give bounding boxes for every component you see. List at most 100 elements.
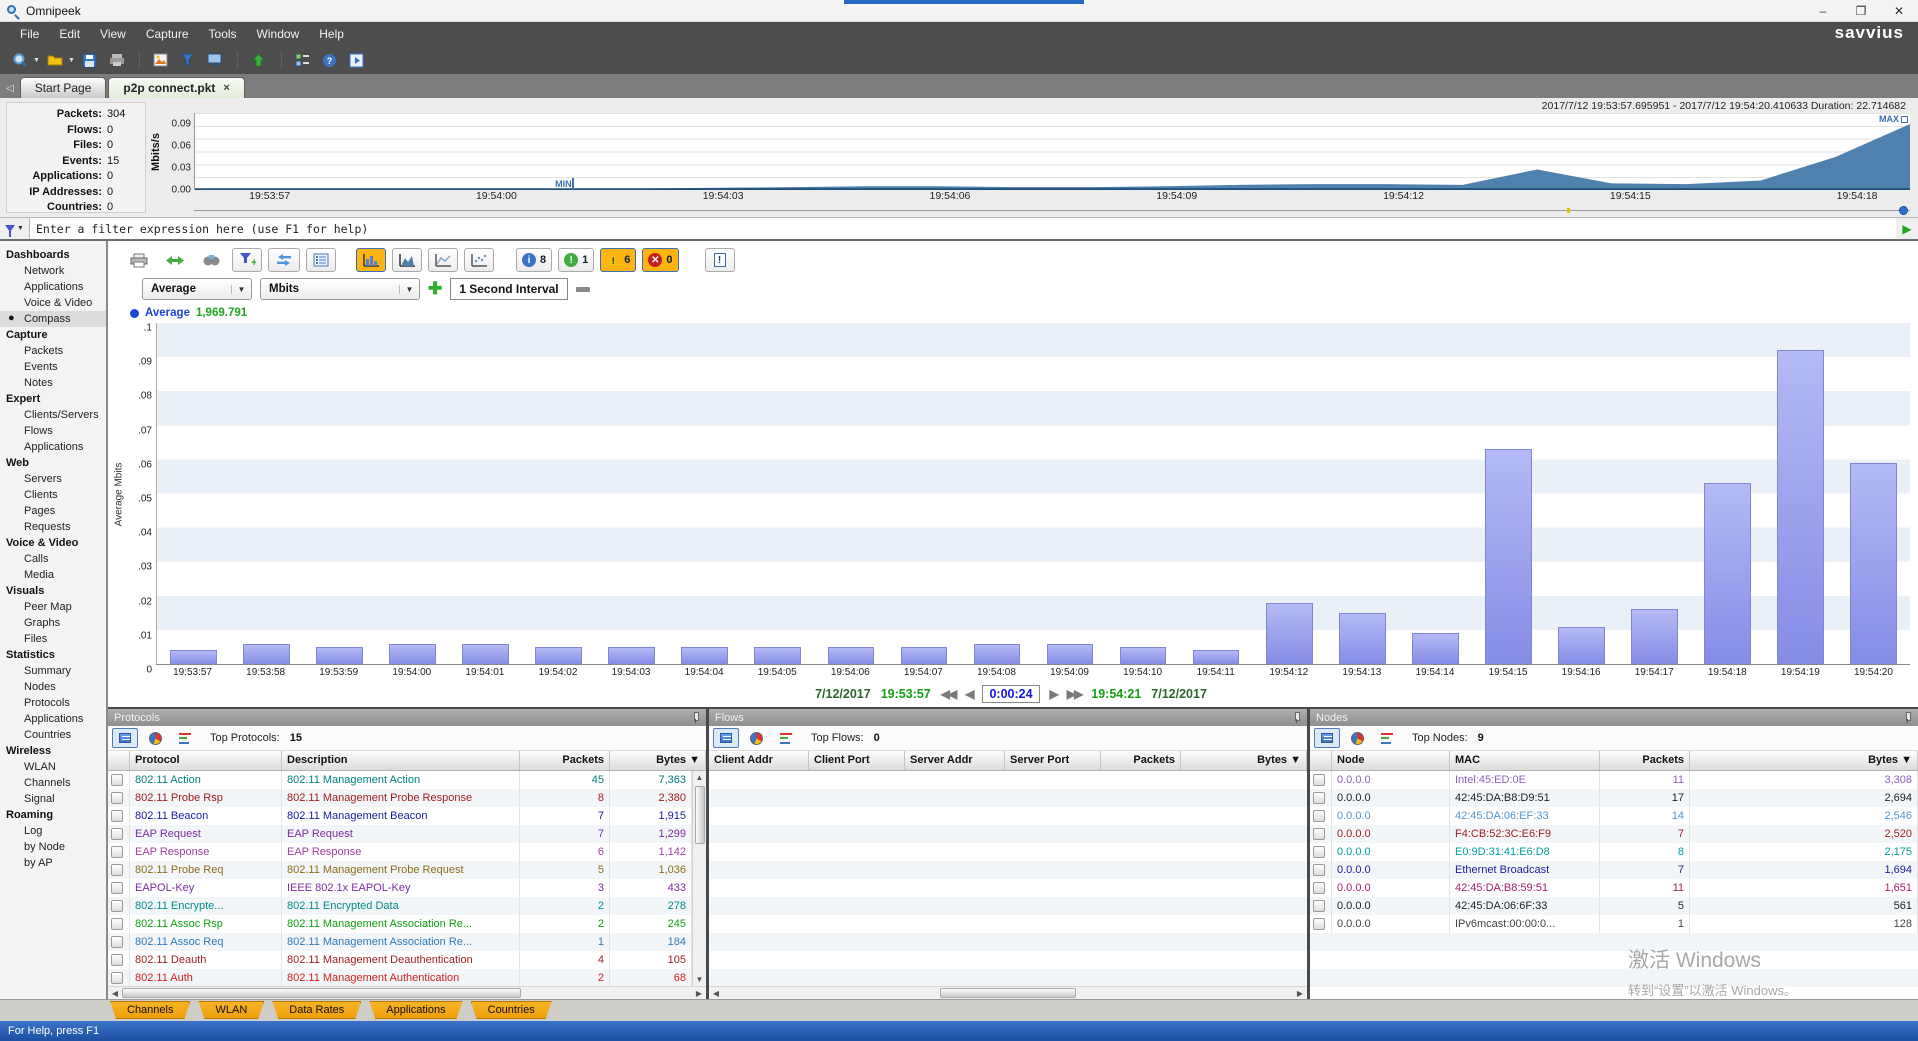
protocols-vertical-scrollbar[interactable]: ▲▼ <box>692 771 706 986</box>
checkbox-cell[interactable] <box>108 879 130 897</box>
checkbox-cell[interactable] <box>108 807 130 825</box>
table-row[interactable]: 802.11 Action802.11 Management Action457… <box>108 771 692 789</box>
column-header-protocol[interactable]: Protocol <box>130 751 282 770</box>
table-row[interactable]: 0.0.0.0Intel:45:ED:0E113,308 <box>1310 771 1918 789</box>
flows-table-header[interactable]: Client AddrClient PortServer AddrServer … <box>709 751 1307 771</box>
protocols-horizontal-scrollbar[interactable]: ◀ ▶ <box>108 986 706 999</box>
graph-view-button[interactable] <box>172 728 198 748</box>
scatter-chart-view-button[interactable] <box>464 248 494 272</box>
tab-p2p-connect-pkt[interactable]: p2p connect.pkt× <box>108 77 244 98</box>
bar[interactable] <box>243 644 290 664</box>
units-select[interactable]: Mbits▼ <box>260 278 420 300</box>
sidebar-item-summary[interactable]: Summary <box>0 663 106 679</box>
swap-direction-button[interactable] <box>268 248 300 272</box>
row-checkbox[interactable] <box>111 882 123 894</box>
row-checkbox[interactable] <box>1313 918 1325 930</box>
monitor-button[interactable] <box>203 49 227 71</box>
checkbox-cell[interactable] <box>108 951 130 969</box>
timeline-max-marker[interactable]: MAX <box>1879 114 1908 124</box>
table-row[interactable]: 0.0.0.0Ethernet Broadcast71,694 <box>1310 861 1918 879</box>
apply-filter-icon[interactable]: ▶ <box>1896 218 1918 239</box>
checkbox-cell[interactable] <box>1310 843 1332 861</box>
table-row[interactable]: 0.0.0.0E0:9D:31:41:E6:D882,175 <box>1310 843 1918 861</box>
pin-icon[interactable] <box>1903 712 1912 723</box>
table-row[interactable]: 0.0.0.0F4:CB:52:3C:E6:F972,520 <box>1310 825 1918 843</box>
binoculars-icon[interactable] <box>196 248 226 272</box>
add-filter-button[interactable]: + <box>232 248 262 272</box>
close-button[interactable]: ✕ <box>1880 0 1918 21</box>
row-checkbox[interactable] <box>111 900 123 912</box>
details-list-button[interactable] <box>306 248 336 272</box>
timeline-min-marker[interactable]: MIN <box>555 179 574 189</box>
sidebar-item-pages[interactable]: Pages <box>0 503 106 519</box>
table-row[interactable]: 802.11 Assoc Rsp802.11 Management Associ… <box>108 915 692 933</box>
warning-events-badge[interactable]: ! 6 <box>600 248 636 272</box>
sidebar-item-requests[interactable]: Requests <box>0 519 106 535</box>
scrollbar-thumb[interactable] <box>122 988 521 998</box>
bar[interactable] <box>974 644 1021 664</box>
list-view-button[interactable] <box>112 728 138 748</box>
sidebar-item-applications[interactable]: Applications <box>0 279 106 295</box>
table-row[interactable]: EAP RequestEAP Request71,299 <box>108 825 692 843</box>
checkbox-cell[interactable] <box>108 933 130 951</box>
sidebar-item-network[interactable]: Network <box>0 263 106 279</box>
sidebar-item-wlan[interactable]: WLAN <box>0 759 106 775</box>
table-row[interactable]: 0.0.0.042:45:DA:06:6F:335561 <box>1310 897 1918 915</box>
row-checkbox[interactable] <box>111 936 123 948</box>
sidebar-item-media[interactable]: Media <box>0 567 106 583</box>
new-capture-caret-icon[interactable]: ▼ <box>33 57 40 64</box>
column-header-client-port[interactable]: Client Port <box>809 751 905 770</box>
sidebar-item-events[interactable]: Events <box>0 359 106 375</box>
column-header-packets[interactable]: Packets <box>1101 751 1181 770</box>
error-events-badge[interactable]: ✕ 0 <box>642 248 678 272</box>
sidebar-item-calls[interactable]: Calls <box>0 551 106 567</box>
checkbox-cell[interactable] <box>108 897 130 915</box>
checkbox-cell[interactable] <box>108 771 130 789</box>
bottom-tab-channels[interactable]: Channels <box>110 1001 190 1019</box>
sidebar-item-flows[interactable]: Flows <box>0 423 106 439</box>
checkbox-cell[interactable] <box>1310 879 1332 897</box>
column-header-bytes[interactable]: Bytes ▼ <box>1181 751 1307 770</box>
scroll-left-icon[interactable]: ◀ <box>108 989 122 998</box>
sidebar-item-applications[interactable]: Applications <box>0 439 106 455</box>
table-row[interactable]: 802.11 Auth802.11 Management Authenticat… <box>108 969 692 986</box>
menu-edit[interactable]: Edit <box>49 24 90 44</box>
bar[interactable] <box>901 647 948 664</box>
bar[interactable] <box>1339 613 1386 664</box>
table-row[interactable]: 802.11 Assoc Req802.11 Management Associ… <box>108 933 692 951</box>
sidebar-item-clients[interactable]: Clients <box>0 487 106 503</box>
checkbox-cell[interactable] <box>108 843 130 861</box>
bar[interactable] <box>1047 644 1094 664</box>
pie-view-button[interactable] <box>1344 728 1370 748</box>
column-header-bytes[interactable]: Bytes ▼ <box>1690 751 1918 770</box>
pin-icon[interactable] <box>691 712 700 723</box>
open-file-button[interactable] <box>43 49 67 71</box>
filter-tool-button[interactable] <box>176 49 200 71</box>
step-forward-button[interactable]: ▶ <box>1050 687 1057 701</box>
list-view-button[interactable] <box>713 728 739 748</box>
zoom-out-interval-icon[interactable] <box>576 287 590 292</box>
compass-bar-chart[interactable] <box>156 323 1910 665</box>
checkbox-cell[interactable] <box>1310 861 1332 879</box>
bottom-tab-wlan[interactable]: WLAN <box>198 1001 264 1019</box>
jump-start-button[interactable]: ◀◀ <box>941 687 955 701</box>
row-checkbox[interactable] <box>1313 774 1325 786</box>
table-row[interactable]: EAP ResponseEAP Response61,142 <box>108 843 692 861</box>
row-checkbox[interactable] <box>111 918 123 930</box>
column-header-description[interactable]: Description <box>282 751 520 770</box>
checkbox-cell[interactable] <box>1310 807 1332 825</box>
bar[interactable] <box>608 647 655 664</box>
tab-scroll-back-icon[interactable]: ◁ <box>2 83 20 98</box>
checkbox-cell[interactable] <box>108 915 130 933</box>
graph-view-button[interactable] <box>773 728 799 748</box>
row-checkbox[interactable] <box>111 954 123 966</box>
timeline-range-slider[interactable] <box>194 205 1910 217</box>
table-row[interactable]: 0.0.0.0IPv6mcast:00:00:0...1128 <box>1310 915 1918 933</box>
column-header-client-addr[interactable]: Client Addr <box>709 751 809 770</box>
column-header-bytes[interactable]: Bytes ▼ <box>610 751 706 770</box>
restore-button[interactable]: ❐ <box>1842 0 1880 21</box>
nodes-table-header[interactable]: NodeMACPacketsBytes ▼ <box>1310 751 1918 771</box>
filter-menu-button[interactable]: ▼ <box>0 218 30 239</box>
sidebar-item-peer-map[interactable]: Peer Map <box>0 599 106 615</box>
sidebar-item-channels[interactable]: Channels <box>0 775 106 791</box>
